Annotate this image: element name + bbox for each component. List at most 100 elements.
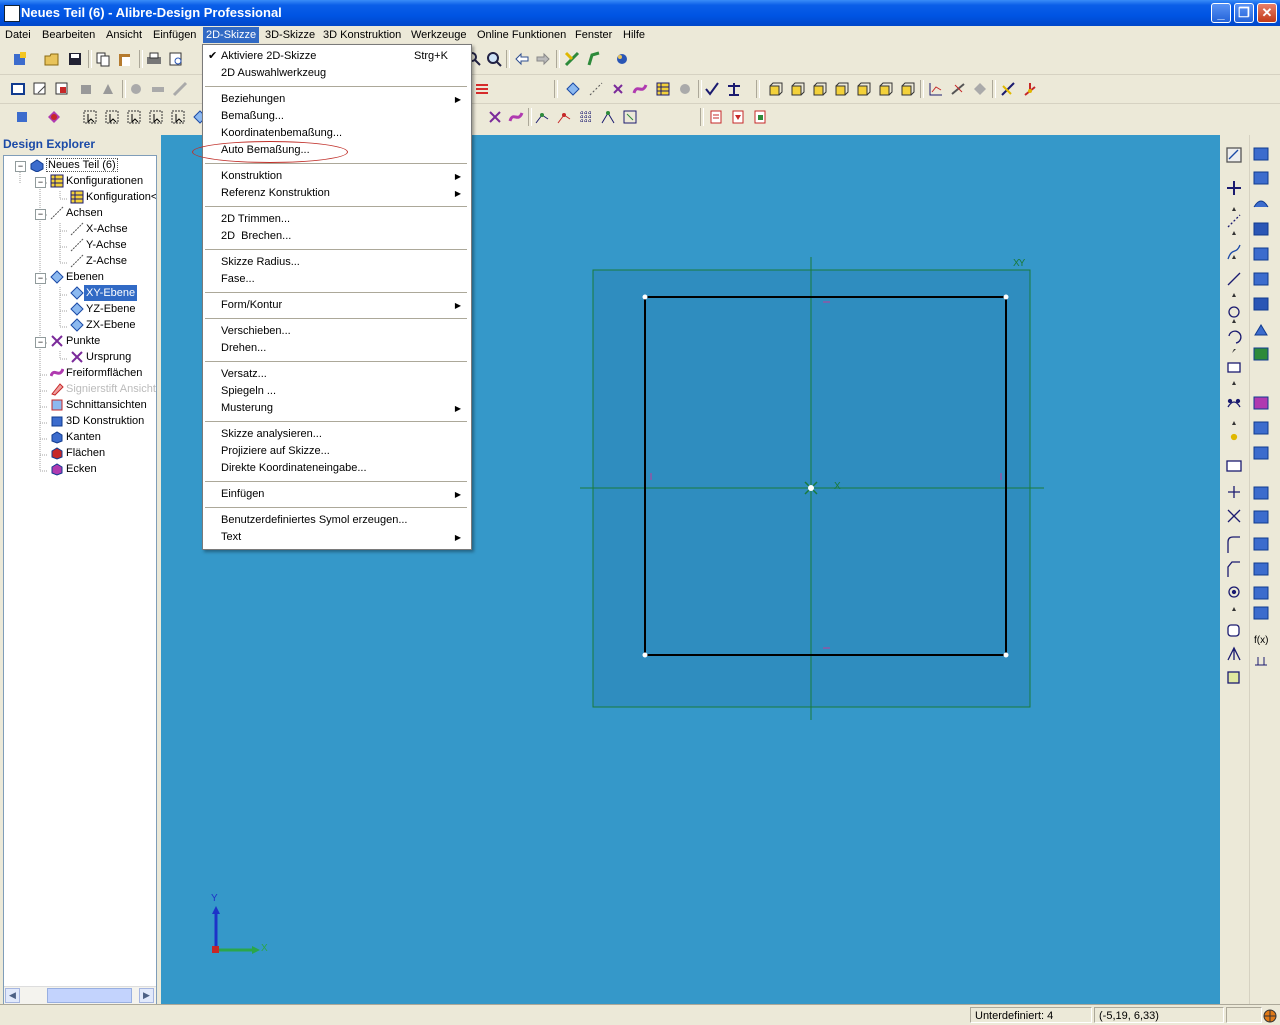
- select-face-icon[interactable]: [126, 109, 142, 125]
- view-cube-6-icon[interactable]: [877, 81, 893, 97]
- close-button[interactable]: ✕: [1257, 3, 1277, 23]
- chart-tool-icon[interactable]: [928, 81, 944, 97]
- new-part-icon[interactable]: [12, 51, 28, 67]
- title-bar[interactable]: Neues Teil (6) - Alibre-Design Professio…: [0, 0, 1280, 26]
- menu-fenster[interactable]: Fenster: [572, 27, 615, 43]
- menu-item-verschieben[interactable]: Verschieben...: [203, 323, 469, 340]
- tree-item-freiformflaechen[interactable]: Freiformflächen: [66, 365, 142, 381]
- menu-item-projiziere-auf-skizze[interactable]: Projiziere auf Skizze...: [203, 443, 469, 460]
- check-tool-icon[interactable]: [704, 81, 720, 97]
- tool-gray-5-icon[interactable]: [172, 81, 188, 97]
- select-edge-icon[interactable]: [104, 109, 120, 125]
- select-body-icon[interactable]: [148, 109, 164, 125]
- menu-item-direkte-koordinateneingabe[interactable]: Direkte Koordinateneingabe...: [203, 460, 469, 477]
- tree-item-konfigurationen[interactable]: Konfigurationen: [66, 173, 143, 189]
- menu-item-2d-auswahlwerkzeug[interactable]: 2D Auswahlwerkzeug: [203, 65, 469, 82]
- view-cube-4-icon[interactable]: [833, 81, 849, 97]
- sketch-tool-1-icon[interactable]: [534, 109, 550, 125]
- design-explorer-tree[interactable]: − Neues Teil (6) − Konfigurationen Konfi…: [3, 155, 157, 1005]
- expand-toggle[interactable]: −: [35, 177, 46, 188]
- tree-item-schnittansichten[interactable]: Schnittansichten: [66, 397, 147, 413]
- menu-datei[interactable]: Datei: [2, 27, 34, 43]
- view-edit-icon[interactable]: [32, 81, 48, 97]
- view-cube-5-icon[interactable]: [855, 81, 871, 97]
- lines-red-icon[interactable]: [474, 81, 490, 97]
- print-preview-icon[interactable]: [168, 51, 184, 67]
- tree-item-punkte[interactable]: Punkte: [66, 333, 100, 349]
- view-box-icon[interactable]: [10, 81, 26, 97]
- menu-werkzeuge[interactable]: Werkzeuge: [408, 27, 469, 43]
- balance-tool-icon[interactable]: [726, 81, 742, 97]
- expand-toggle[interactable]: −: [35, 337, 46, 348]
- plane-tool-icon[interactable]: [565, 81, 581, 97]
- tree-item-ebenen[interactable]: Ebenen: [66, 269, 104, 285]
- scroll-left-button[interactable]: ◀: [5, 988, 20, 1003]
- menu-online-funktionen[interactable]: Online Funktionen: [474, 27, 569, 43]
- tree-item-z-achse[interactable]: Z-Achse: [86, 253, 127, 269]
- print-icon[interactable]: [146, 51, 162, 67]
- tree-item-ursprung[interactable]: Ursprung: [86, 349, 131, 365]
- right-toolbar-icons[interactable]: f(x): [1220, 135, 1280, 1004]
- menu-item-fase[interactable]: Fase...: [203, 271, 469, 288]
- explorer-hscrollbar[interactable]: ◀ ▶: [4, 986, 156, 1004]
- tree-item-kanten[interactable]: Kanten: [66, 429, 101, 445]
- tree-item-xy-ebene[interactable]: XY-Ebene: [84, 285, 138, 301]
- sketch-mode-icon[interactable]: [564, 51, 580, 67]
- constraint-2-icon[interactable]: [508, 109, 524, 125]
- center-tool-icon[interactable]: [1022, 81, 1038, 97]
- sketch-tool-2-icon[interactable]: [556, 109, 572, 125]
- menu-item-drehen[interactable]: Drehen...: [203, 340, 469, 357]
- back-arrow-icon[interactable]: [514, 51, 530, 67]
- origin-point[interactable]: [808, 485, 814, 491]
- view-cube-3-icon[interactable]: [811, 81, 827, 97]
- menu-item-2d-brechen[interactable]: 2D Brechen...: [203, 228, 469, 245]
- select-vertex-icon[interactable]: [82, 109, 98, 125]
- open-folder-icon[interactable]: [44, 51, 60, 67]
- maximize-button[interactable]: ❐: [1234, 3, 1254, 23]
- select-feature-icon[interactable]: [170, 109, 186, 125]
- menu-item-koordinatenbemassung[interactable]: Koordinatenbemaßung...: [203, 125, 469, 142]
- menu-2d-skizze[interactable]: 2D-Skizze: [203, 27, 260, 43]
- tool-gray-2-icon[interactable]: [100, 81, 116, 97]
- zoom-icon[interactable]: [486, 51, 502, 67]
- gray-tool-2-icon[interactable]: [972, 81, 988, 97]
- menu-item-skizze-radius[interactable]: Skizze Radius...: [203, 254, 469, 271]
- tree-item-achsen[interactable]: Achsen: [66, 205, 103, 221]
- menu-item-versatz[interactable]: Versatz...: [203, 366, 469, 383]
- view-delete-icon[interactable]: [54, 81, 70, 97]
- freeform-tool-icon[interactable]: [632, 81, 648, 97]
- menu-item-2d-trimmen[interactable]: 2D Trimmen...: [203, 211, 469, 228]
- sketch-pen-icon[interactable]: [1000, 81, 1016, 97]
- scroll-right-button[interactable]: ▶: [139, 988, 154, 1003]
- drawing-2-icon[interactable]: [730, 109, 746, 125]
- drawing-3-icon[interactable]: [752, 109, 768, 125]
- tree-item-yz-ebene[interactable]: YZ-Ebene: [86, 301, 136, 317]
- axis-tool-icon[interactable]: [588, 81, 604, 97]
- measure-tool-icon[interactable]: [950, 81, 966, 97]
- filter-mode-icon[interactable]: [46, 109, 62, 125]
- scroll-thumb[interactable]: [47, 988, 132, 1003]
- view-cube-2-icon[interactable]: [789, 81, 805, 97]
- tree-item-ecken[interactable]: Ecken: [66, 461, 97, 477]
- tree-item-x-achse[interactable]: X-Achse: [86, 221, 128, 237]
- tree-item-flaechen[interactable]: Flächen: [66, 445, 105, 461]
- point-tool-icon[interactable]: [610, 81, 626, 97]
- expand-toggle[interactable]: −: [35, 273, 46, 284]
- tree-item-y-achse[interactable]: Y-Achse: [86, 237, 127, 253]
- tool-gray-3-icon[interactable]: [128, 81, 144, 97]
- menu-3d-konstruktion[interactable]: 3D Konstruktion: [320, 27, 404, 43]
- menu-ansicht[interactable]: Ansicht: [103, 27, 145, 43]
- tree-item-konfiguration-1[interactable]: Konfiguration<1: [86, 189, 156, 205]
- menu-item-benutzerdefiniertes-symbol[interactable]: Benutzerdefiniertes Symol erzeugen...: [203, 512, 469, 529]
- menu-item-form-kontur[interactable]: Form/Kontur ▶: [203, 297, 469, 314]
- drawing-1-icon[interactable]: [708, 109, 724, 125]
- render-icon[interactable]: [614, 51, 630, 67]
- exit-sketch-icon[interactable]: [586, 51, 602, 67]
- minimize-button[interactable]: _: [1211, 3, 1231, 23]
- tool-gray-4-icon[interactable]: [150, 81, 166, 97]
- menu-item-referenz-konstruktion[interactable]: Referenz Konstruktion ▶: [203, 185, 469, 202]
- menu-bearbeiten[interactable]: Bearbeiten: [39, 27, 98, 43]
- menu-item-musterung[interactable]: Musterung ▶: [203, 400, 469, 417]
- menu-3d-skizze[interactable]: 3D-Skizze: [262, 27, 318, 43]
- menu-item-text[interactable]: Text ▶: [203, 529, 469, 546]
